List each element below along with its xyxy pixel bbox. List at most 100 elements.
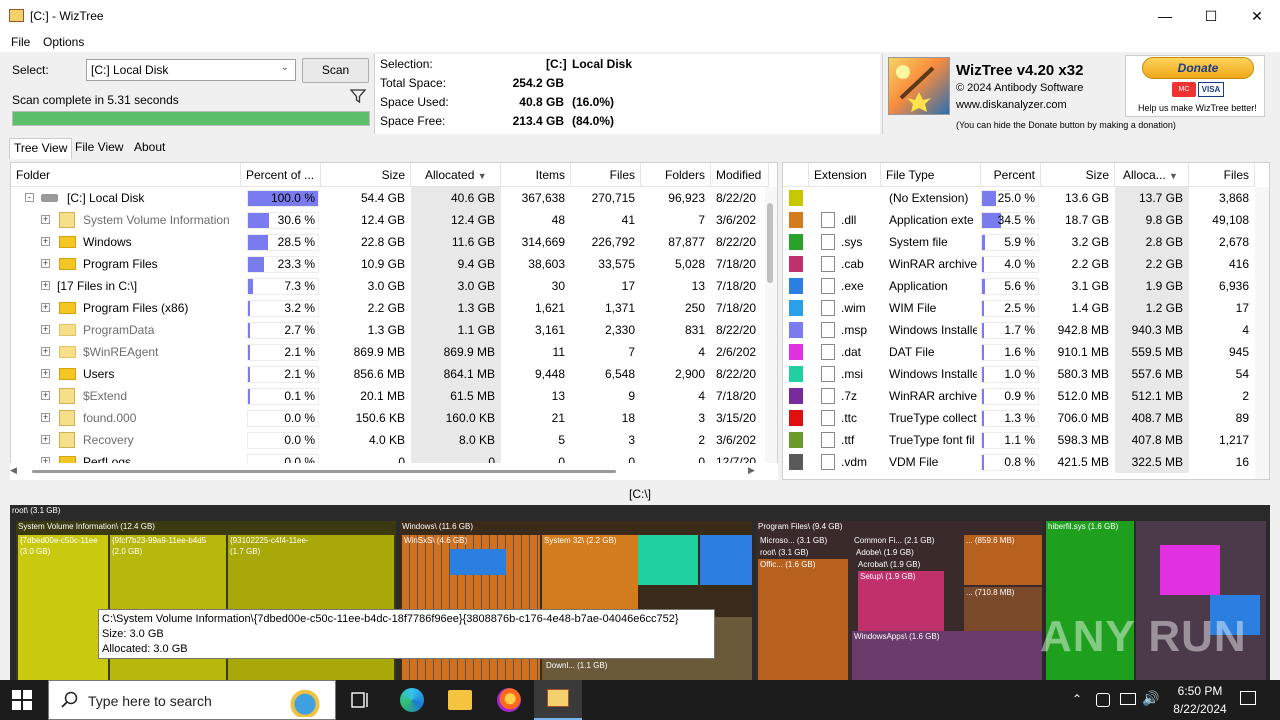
ext-row[interactable]: .msi Windows Installe 1.0 % 580.3 MB 557.6 M… bbox=[783, 363, 1269, 385]
expand-icon[interactable]: + bbox=[41, 215, 50, 224]
treemap-msi-block[interactable] bbox=[638, 535, 698, 585]
expand-icon[interactable]: + bbox=[41, 303, 50, 312]
treemap-system32[interactable]: System 32\ (2.2 GB) bbox=[542, 535, 638, 615]
expand-icon[interactable]: + bbox=[41, 369, 50, 378]
col-modified[interactable]: Modified bbox=[711, 163, 769, 187]
scroll-right-icon[interactable]: ▶ bbox=[748, 465, 755, 476]
collapse-icon[interactable]: - bbox=[25, 193, 34, 202]
col-percent[interactable]: Percent of ... bbox=[241, 163, 321, 187]
expand-icon[interactable]: + bbox=[41, 259, 50, 268]
tab-about[interactable]: About bbox=[130, 138, 169, 159]
tree-row[interactable]: + [17 Files in C:\] 7.3 % 3.0 GB 3.0 GB 30 17 1… bbox=[11, 275, 777, 297]
filter-icon[interactable] bbox=[349, 88, 367, 104]
col-extension[interactable]: Extension bbox=[809, 163, 881, 187]
firefox-icon[interactable] bbox=[497, 688, 521, 712]
donate-button[interactable]: Donate bbox=[1142, 57, 1254, 79]
task-view-icon[interactable] bbox=[350, 690, 370, 710]
taskbar-wiztree-button[interactable] bbox=[534, 680, 582, 720]
tree-row[interactable]: + found.000 0.0 % 150.6 KB 160.0 KB 21 18 3 3/15… bbox=[11, 407, 777, 429]
treemap-office[interactable]: Offic... (1.6 GB) bbox=[758, 559, 848, 680]
scan-button[interactable]: Scan bbox=[302, 58, 369, 83]
tab-file-view[interactable]: File View bbox=[71, 138, 127, 159]
treemap-common-files[interactable]: Common Fi... (2.1 GB) bbox=[852, 535, 956, 547]
tree-row[interactable]: + Program Files 23.3 % 10.9 GB 9.4 GB 38,603 3… bbox=[11, 253, 777, 275]
expand-icon[interactable]: + bbox=[41, 391, 50, 400]
ext-row[interactable]: .exe Application 5.6 % 3.1 GB 1.9 GB 6,936 bbox=[783, 275, 1269, 297]
chevron-up-icon[interactable]: ⌃ bbox=[1072, 692, 1082, 706]
tree-row[interactable]: + ProgramData 2.7 % 1.3 GB 1.1 GB 3,161 2,330 8… bbox=[11, 319, 777, 341]
clock-time[interactable]: 6:50 PM bbox=[1160, 684, 1240, 698]
tree-row[interactable]: + Program Files (x86) 3.2 % 2.2 GB 1.3 GB 1,6… bbox=[11, 297, 777, 319]
treemap-adobe[interactable]: Adobe\ (1.9 GB) bbox=[854, 547, 954, 559]
tree-row[interactable]: + Recovery 0.0 % 4.0 KB 8.0 KB 5 3 2 3/6/202 bbox=[11, 429, 777, 451]
clock-date[interactable]: 8/22/2024 bbox=[1160, 702, 1240, 716]
expand-icon[interactable]: + bbox=[41, 347, 50, 356]
treemap-exe-block[interactable] bbox=[450, 549, 506, 575]
edge-icon[interactable] bbox=[400, 688, 424, 712]
expand-icon[interactable]: + bbox=[41, 281, 50, 290]
ext-row[interactable]: (No Extension) 25.0 % 13.6 GB 13.7 GB 3,868 bbox=[783, 187, 1269, 209]
tree-vscrollbar[interactable] bbox=[765, 187, 777, 464]
notifications-icon[interactable] bbox=[1240, 691, 1256, 705]
tree-row[interactable]: + System Volume Information 30.6 % 12.4 GB 1… bbox=[11, 209, 777, 231]
tree-vscroll-thumb[interactable] bbox=[767, 203, 773, 283]
expand-icon[interactable]: + bbox=[41, 325, 50, 334]
treemap-downloads[interactable]: Downl... (1.1 GB) bbox=[544, 660, 614, 674]
tree-row[interactable]: + Users 2.1 % 856.6 MB 864.1 MB 9,448 6,548 2,9… bbox=[11, 363, 777, 385]
file-explorer-icon[interactable] bbox=[448, 690, 472, 710]
taskbar-search[interactable]: Type here to search bbox=[48, 680, 336, 720]
expand-icon[interactable]: + bbox=[41, 413, 50, 422]
treemap-dat-block[interactable] bbox=[1160, 545, 1220, 595]
network-drive-icon[interactable] bbox=[1096, 693, 1110, 707]
treemap-block-1[interactable]: {7dbed00e-c50c-11ee (3.0 GB) bbox=[18, 535, 108, 680]
ext-row[interactable]: .wim WIM File 2.5 % 1.4 GB 1.2 GB 17 bbox=[783, 297, 1269, 319]
col-folder[interactable]: Folder bbox=[11, 163, 241, 187]
maximize-button[interactable]: ☐ bbox=[1188, 0, 1234, 32]
treemap-folder-8596[interactable]: ... (859.6 MB) bbox=[964, 535, 1042, 585]
treemap-acrobat[interactable]: Acrobat\ (1.9 GB) bbox=[856, 559, 952, 571]
ext-row[interactable]: .dll Application exte 34.5 % 18.7 GB 9.8 GB 4… bbox=[783, 209, 1269, 231]
col-file-type[interactable]: File Type bbox=[881, 163, 981, 187]
ext-row[interactable]: .vdm VDM File 0.8 % 421.5 MB 322.5 MB 16 bbox=[783, 451, 1269, 473]
windows-start-icon[interactable] bbox=[12, 690, 32, 710]
menu-options[interactable]: Options bbox=[43, 35, 84, 49]
treemap-blue-block[interactable] bbox=[700, 535, 752, 585]
ext-row[interactable]: .dat DAT File 1.6 % 910.1 MB 559.5 MB 945 bbox=[783, 341, 1269, 363]
col-ext-size[interactable]: Size bbox=[1041, 163, 1115, 187]
col-items[interactable]: Items bbox=[501, 163, 571, 187]
tree-row[interactable]: + Windows 28.5 % 22.8 GB 11.6 GB 314,669 226,7… bbox=[11, 231, 777, 253]
volume-icon[interactable]: 🔊 bbox=[1142, 690, 1159, 707]
tree-hscrollbar[interactable]: ◀ ▶ bbox=[10, 463, 778, 480]
scroll-left-icon[interactable]: ◀ bbox=[10, 465, 17, 476]
col-ext-allocated[interactable]: Alloca... ▼ bbox=[1115, 163, 1189, 187]
treemap-folder-7108[interactable]: ... (710.8 MB) bbox=[964, 587, 1042, 631]
ext-row[interactable]: .sys System file 5.9 % 3.2 GB 2.8 GB 2,678 bbox=[783, 231, 1269, 253]
menu-file[interactable]: File bbox=[11, 35, 30, 49]
expand-icon[interactable]: + bbox=[41, 237, 50, 246]
col-files[interactable]: Files bbox=[571, 163, 641, 187]
col-folders[interactable]: Folders bbox=[641, 163, 711, 187]
treemap-root-folder[interactable]: root\ (3.1 GB) bbox=[758, 547, 848, 559]
ext-row[interactable]: .msp Windows Installe 1.7 % 942.8 MB 940.3 M… bbox=[783, 319, 1269, 341]
tree-row[interactable]: - [C:] Local Disk 100.0 % 54.4 GB 40.6 GB 367… bbox=[11, 187, 777, 209]
expand-icon[interactable]: + bbox=[41, 435, 50, 444]
drive-select[interactable]: [C:] Local Disk ⌄ bbox=[86, 59, 296, 81]
treemap-setup[interactable]: Setup\ (1.9 GB) bbox=[858, 571, 944, 631]
tree-row[interactable]: + $Extend 0.1 % 20.1 MB 61.5 MB 13 9 4 7/18/20 bbox=[11, 385, 777, 407]
tree-hscroll-thumb[interactable] bbox=[32, 470, 616, 473]
tree-row[interactable]: + $WinREAgent 2.1 % 869.9 MB 869.9 MB 11 7 4 2/6… bbox=[11, 341, 777, 363]
ext-row[interactable]: .7z WinRAR archive 0.9 % 512.0 MB 512.1 MB 2 bbox=[783, 385, 1269, 407]
treemap-windowsapps[interactable]: WindowsApps\ (1.6 GB) bbox=[852, 631, 1042, 680]
col-ext-percent[interactable]: Percent bbox=[981, 163, 1041, 187]
col-ext-files[interactable]: Files bbox=[1189, 163, 1255, 187]
network-icon[interactable] bbox=[1120, 693, 1136, 705]
treemap-microsoft[interactable]: Microso... (3.1 GB) bbox=[758, 535, 848, 547]
col-allocated[interactable]: Allocated ▼ bbox=[411, 163, 501, 187]
ext-vscrollbar[interactable] bbox=[1255, 187, 1269, 479]
ext-row[interactable]: .ttf TrueType font fil 1.1 % 598.3 MB 407.8 … bbox=[783, 429, 1269, 451]
ext-row[interactable]: .ttc TrueType collecti 1.3 % 706.0 MB 408.7 … bbox=[783, 407, 1269, 429]
close-button[interactable]: ✕ bbox=[1234, 0, 1280, 32]
ext-row[interactable]: .cab WinRAR archive 4.0 % 2.2 GB 2.2 GB 416 bbox=[783, 253, 1269, 275]
tab-tree-view[interactable]: Tree View bbox=[9, 138, 73, 159]
minimize-button[interactable]: — bbox=[1142, 0, 1188, 32]
